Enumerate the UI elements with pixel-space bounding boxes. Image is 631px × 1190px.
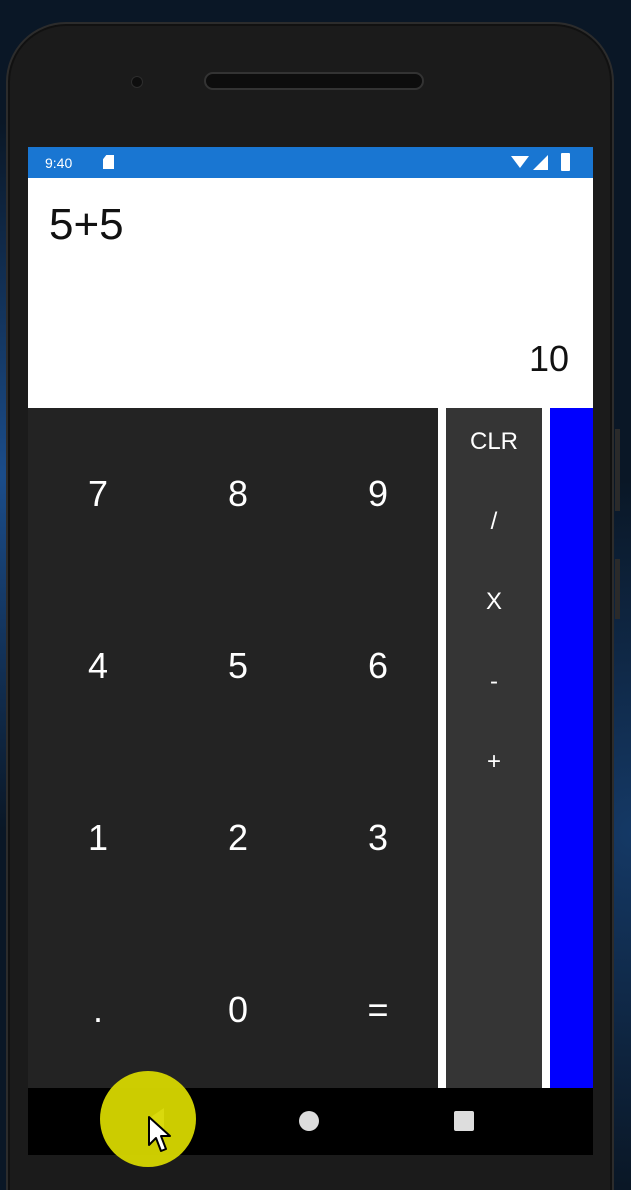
- operator-panel: CLR / X - +: [446, 408, 542, 1088]
- status-time: 9:40: [45, 155, 73, 171]
- key-equals[interactable]: =: [308, 924, 448, 1096]
- expression-text: 5+5: [49, 200, 124, 249]
- advanced-functions-panel[interactable]: [550, 408, 593, 1088]
- key-2[interactable]: 2: [168, 752, 308, 924]
- sd-card-icon: [103, 155, 114, 169]
- wifi-icon: [511, 156, 529, 168]
- multiply-button[interactable]: X: [446, 572, 542, 632]
- divide-button[interactable]: /: [446, 492, 542, 552]
- front-camera: [131, 76, 143, 88]
- clear-button[interactable]: CLR: [446, 412, 542, 472]
- key-0[interactable]: 0: [168, 924, 308, 1096]
- key-7[interactable]: 7: [28, 408, 168, 580]
- key-4[interactable]: 4: [28, 580, 168, 752]
- add-button[interactable]: +: [446, 732, 542, 792]
- status-bar: 9:40: [28, 147, 593, 178]
- key-3[interactable]: 3: [308, 752, 448, 924]
- key-6[interactable]: 6: [308, 580, 448, 752]
- number-keypad: 7 8 9 4 5 6 1 2 3 . 0 =: [28, 408, 438, 1088]
- earpiece-speaker: [204, 72, 424, 90]
- app-screen: 9:40 5+5 10 7 8 9 4 5 6 1 2 3 . 0 = CLR …: [28, 147, 593, 1155]
- key-9[interactable]: 9: [308, 408, 448, 580]
- volume-button: [615, 429, 620, 511]
- subtract-button[interactable]: -: [446, 652, 542, 712]
- result-text: 10: [528, 338, 569, 379]
- signal-icon: [533, 155, 548, 170]
- key-8[interactable]: 8: [168, 408, 308, 580]
- key-5[interactable]: 5: [168, 580, 308, 752]
- battery-icon: [561, 153, 570, 171]
- calculator-display: 5+5 10: [28, 178, 593, 408]
- home-icon[interactable]: [299, 1111, 319, 1131]
- power-button: [615, 559, 620, 619]
- key-1[interactable]: 1: [28, 752, 168, 924]
- recents-icon[interactable]: [454, 1111, 474, 1131]
- mouse-cursor-icon: [148, 1116, 171, 1152]
